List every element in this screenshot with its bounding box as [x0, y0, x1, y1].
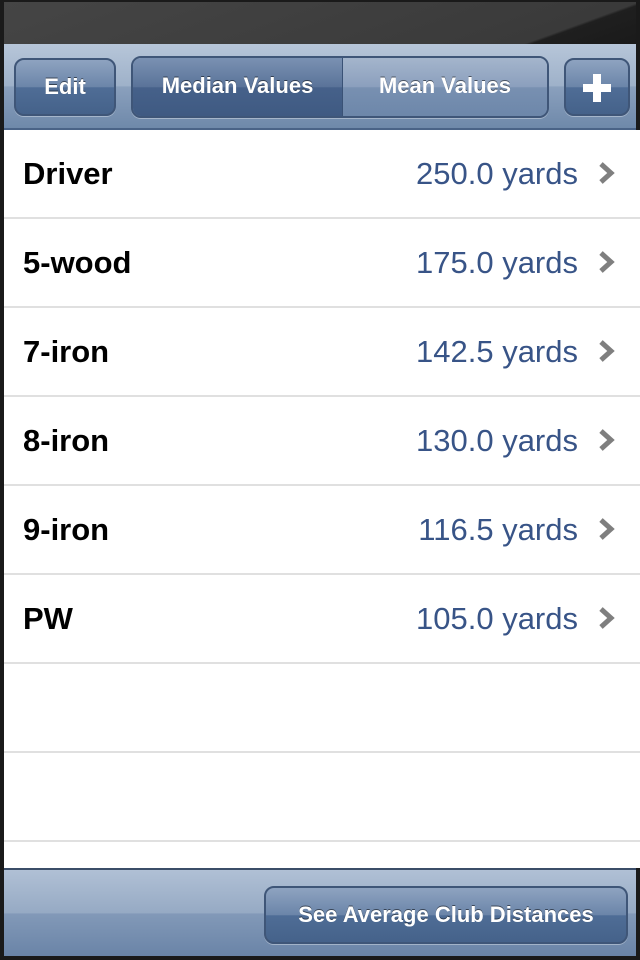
club-name: 9-iron [23, 512, 110, 547]
segment-median-values[interactable]: Median Values [133, 58, 343, 116]
plus-icon [583, 74, 611, 102]
edit-button[interactable]: Edit [14, 58, 116, 116]
chevron-right-icon [599, 607, 615, 629]
club-distance: 116.5 yards [418, 512, 578, 547]
club-distance: 105.0 yards [416, 601, 578, 636]
chevron-right-icon [599, 251, 615, 273]
club-name: 5-wood [23, 245, 132, 280]
device-frame: Edit Median Values Mean Values Driver 25… [0, 0, 640, 960]
list-item[interactable]: 9-iron 116.5 yards [4, 486, 640, 575]
value-type-segmented-control: Median Values Mean Values [131, 56, 549, 118]
empty-row [4, 842, 640, 868]
club-distance: 250.0 yards [416, 156, 578, 191]
list-item[interactable]: 8-iron 130.0 yards [4, 397, 640, 486]
club-name: 8-iron [23, 423, 110, 458]
navigation-bar: Edit Median Values Mean Values [4, 44, 636, 130]
add-button[interactable] [564, 58, 630, 116]
chevron-right-icon [599, 429, 615, 451]
see-average-club-distances-button[interactable]: See Average Club Distances [264, 886, 628, 944]
club-distance-list: Driver 250.0 yards 5-wood 175.0 yards 7-… [4, 130, 640, 868]
club-distance: 175.0 yards [416, 245, 578, 280]
empty-row [4, 664, 640, 753]
segment-mean-values[interactable]: Mean Values [343, 58, 547, 116]
empty-row [4, 753, 640, 842]
club-distance: 142.5 yards [416, 334, 578, 369]
chevron-right-icon [599, 340, 615, 362]
chevron-right-icon [599, 162, 615, 184]
list-item[interactable]: Driver 250.0 yards [4, 130, 640, 219]
chevron-right-icon [599, 518, 615, 540]
club-name: PW [23, 601, 73, 636]
list-item[interactable]: 7-iron 142.5 yards [4, 308, 640, 397]
club-name: 7-iron [23, 334, 110, 369]
list-item[interactable]: PW 105.0 yards [4, 575, 640, 664]
status-bar [4, 2, 636, 44]
list-item[interactable]: 5-wood 175.0 yards [4, 219, 640, 308]
club-name: Driver [23, 156, 113, 191]
bottom-toolbar: See Average Club Distances [4, 868, 636, 956]
club-distance: 130.0 yards [416, 423, 578, 458]
